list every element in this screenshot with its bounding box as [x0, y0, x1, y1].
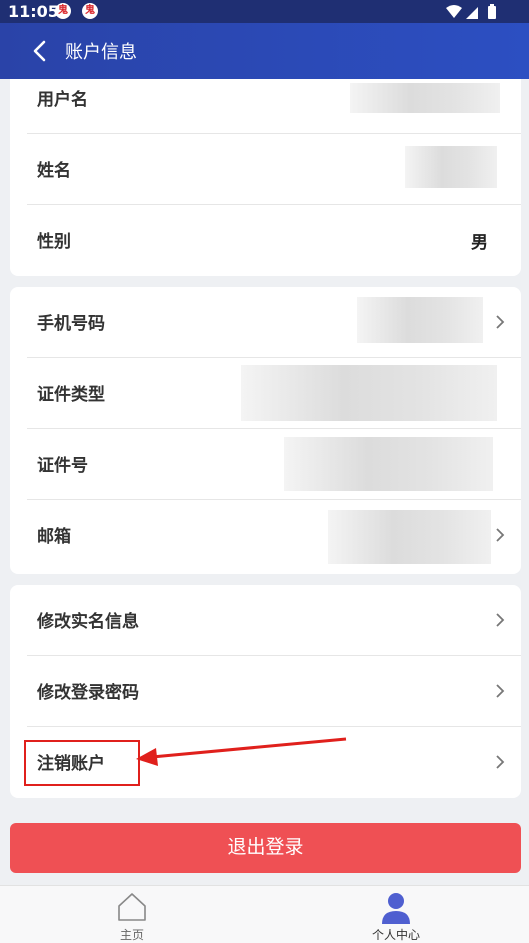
home-icon [118, 893, 146, 921]
username-value-redacted [350, 83, 500, 113]
app-bar: 账户信息 [0, 23, 529, 79]
id-number-value-redacted [284, 437, 493, 491]
modify-password-row[interactable]: 修改登录密码 [10, 656, 521, 727]
tab-profile[interactable]: 个人中心 [264, 886, 528, 943]
phone-label: 手机号码 [37, 314, 105, 334]
email-value-redacted [328, 510, 491, 564]
modify-password-label: 修改登录密码 [37, 683, 139, 703]
battery-icon [488, 6, 496, 19]
name-row: 姓名 [10, 134, 521, 205]
user-icon [382, 893, 410, 924]
chevron-right-icon [496, 755, 505, 769]
status-time: 11:05 [8, 2, 59, 21]
username-row: 用户名 [10, 79, 521, 134]
logout-button[interactable]: 退出登录 [10, 823, 521, 873]
chevron-right-icon [496, 315, 505, 329]
bottom-tab-bar: 主页 个人中心 [0, 885, 529, 943]
basic-info-card: 用户名 姓名 性别 男 [10, 79, 521, 276]
id-number-label: 证件号 [37, 456, 88, 476]
id-type-value-redacted [241, 365, 497, 421]
chevron-right-icon [496, 528, 505, 542]
page-title: 账户信息 [65, 42, 137, 63]
notification-icon: 鬼 [82, 3, 98, 19]
signal-icon [466, 7, 478, 19]
name-value-redacted [405, 146, 497, 188]
tab-profile-label: 个人中心 [371, 928, 420, 942]
email-label: 邮箱 [37, 527, 71, 547]
tab-home-label: 主页 [119, 928, 144, 942]
annotation-highlight-box [24, 740, 140, 786]
modify-realname-label: 修改实名信息 [37, 612, 139, 632]
phone-value-redacted [357, 297, 483, 343]
id-number-row: 证件号 [10, 429, 521, 500]
tab-home[interactable]: 主页 [0, 886, 264, 943]
gender-label: 性别 [37, 232, 71, 252]
email-row[interactable]: 邮箱 [10, 500, 521, 571]
name-label: 姓名 [37, 161, 71, 181]
contact-card: 手机号码 证件类型 证件号 邮箱 [10, 287, 521, 574]
id-type-label: 证件类型 [37, 385, 105, 405]
username-label: 用户名 [37, 90, 88, 110]
phone-row[interactable]: 手机号码 [10, 287, 521, 358]
notification-icon: 鬼 [55, 3, 71, 19]
gender-value: 男 [471, 233, 488, 253]
wifi-icon [446, 5, 462, 18]
annotation-arrow [136, 737, 347, 766]
modify-realname-row[interactable]: 修改实名信息 [10, 585, 521, 656]
gender-row: 性别 男 [10, 205, 521, 276]
back-arrow-icon[interactable] [26, 37, 52, 65]
system-icons [446, 4, 496, 19]
status-bar: 11:05 鬼 鬼 [0, 0, 529, 23]
id-type-row: 证件类型 [10, 358, 521, 429]
chevron-right-icon [496, 613, 505, 627]
chevron-right-icon [496, 684, 505, 698]
